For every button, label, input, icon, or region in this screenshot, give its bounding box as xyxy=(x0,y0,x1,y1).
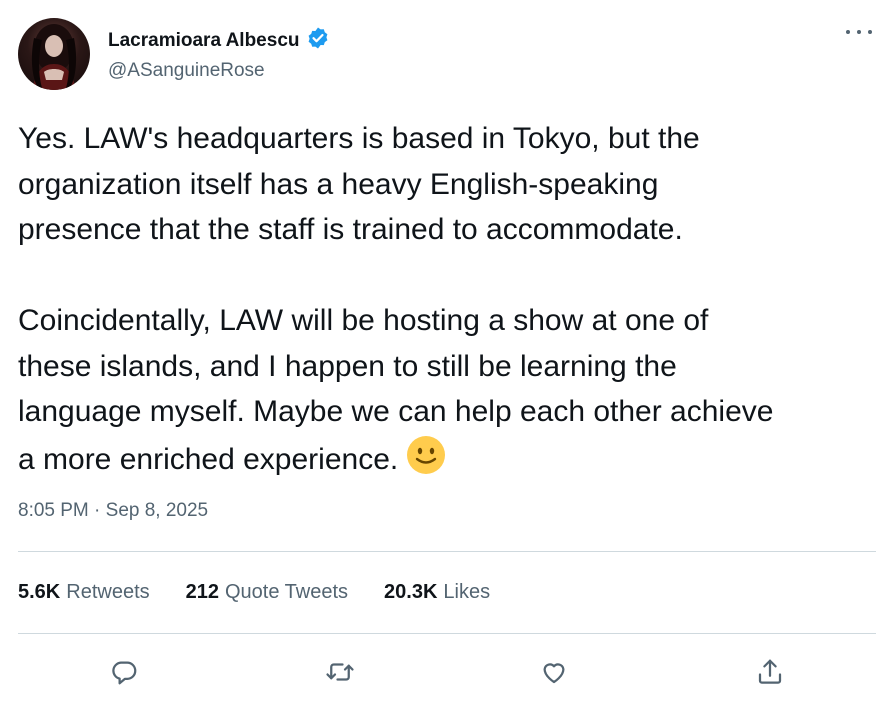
likes-label: Likes xyxy=(443,581,491,603)
quote-tweets-label: Quote Tweets xyxy=(225,581,349,603)
author-display-name[interactable]: Lacramioara Albescu xyxy=(108,30,300,52)
divider xyxy=(18,633,876,634)
tweet-text-container: Yes. LAW's headquarters is based in Toky… xyxy=(18,116,888,488)
retweets-label: Retweets xyxy=(66,581,150,603)
divider xyxy=(18,551,876,552)
slightly-smiling-face-icon xyxy=(406,435,446,489)
avatar[interactable] xyxy=(18,18,90,90)
tweet-actions xyxy=(0,652,894,692)
tweet-text: Yes. LAW's headquarters is based in Toky… xyxy=(18,122,774,476)
verified-badge-icon xyxy=(306,26,330,55)
like-icon xyxy=(543,663,565,684)
tweet-timestamp[interactable]: 8:05 PM · Sep 8, 2025 xyxy=(18,500,208,522)
retweet-button[interactable] xyxy=(320,652,360,692)
share-button[interactable] xyxy=(750,652,790,692)
quote-tweets-stat[interactable]: 212 Quote Tweets xyxy=(186,581,348,604)
share-icon xyxy=(758,659,782,684)
author-handle[interactable]: @ASanguineRose xyxy=(108,60,265,82)
more-icon[interactable] xyxy=(846,22,872,42)
likes-count: 20.3K xyxy=(384,581,438,603)
like-button[interactable] xyxy=(534,652,574,692)
tweet-stats: 5.6K Retweets 212 Quote Tweets 20.3K Likes xyxy=(18,581,490,604)
reply-button[interactable] xyxy=(104,652,144,692)
author-name-row: Lacramioara Albescu xyxy=(108,26,330,55)
quote-tweets-count: 212 xyxy=(185,581,219,603)
likes-stat[interactable]: 20.3K Likes xyxy=(384,581,490,604)
retweets-stat[interactable]: 5.6K Retweets xyxy=(18,581,150,604)
retweet-icon xyxy=(326,663,354,681)
reply-icon xyxy=(112,661,137,685)
retweets-count: 5.6K xyxy=(18,581,61,603)
